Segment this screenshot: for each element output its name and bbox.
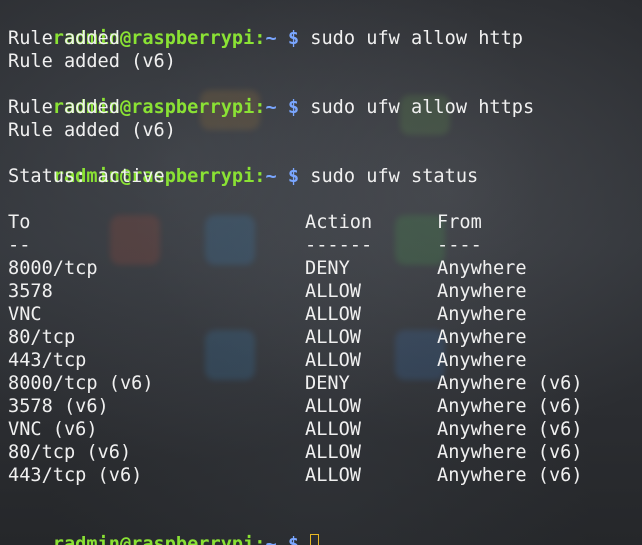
rule-to: 443/tcp (v6)	[8, 465, 143, 486]
prompt-line: radmin@raspberrypi:~ $ sudo ufw allow ht…	[8, 73, 642, 118]
rule-to: VNC (v6)	[8, 419, 98, 440]
prompt-line: radmin@raspberrypi:~ $ sudo ufw status	[8, 142, 642, 187]
rule-to: 80/tcp (v6)	[8, 442, 132, 463]
table-header-from: From	[437, 212, 482, 233]
rule-action: ALLOW	[305, 396, 361, 417]
rule-to: VNC	[8, 304, 42, 325]
rule-to: 3578 (v6)	[8, 396, 109, 417]
table-header-action: Action	[305, 212, 373, 233]
status-line: Status: active	[8, 166, 165, 187]
table-divider-from: ----	[437, 235, 482, 256]
rule-from: Anywhere (v6)	[437, 396, 583, 417]
rule-from: Anywhere (v6)	[437, 373, 583, 394]
prompt-path: ~	[265, 534, 277, 545]
output-line: Rule added	[8, 28, 120, 49]
table-row: 443/tcp (v6) ALLOW Anywhere (v6)	[8, 464, 642, 487]
output-line: Rule added (v6)	[8, 120, 176, 141]
table-row: 3578 (v6) ALLOW Anywhere (v6)	[8, 395, 642, 418]
output-line: Rule added	[8, 97, 120, 118]
table-divider-to: --	[8, 235, 31, 256]
rule-action: ALLOW	[305, 327, 361, 348]
table-row: 80/tcp ALLOW Anywhere	[8, 326, 642, 349]
rule-to: 80/tcp	[8, 327, 76, 348]
rule-action: ALLOW	[305, 442, 361, 463]
prompt-dollar: $	[287, 534, 300, 545]
table-row: 3578 ALLOW Anywhere	[8, 280, 642, 303]
rule-from: Anywhere (v6)	[437, 442, 583, 463]
table-row: VNC (v6) ALLOW Anywhere (v6)	[8, 418, 642, 441]
rule-from: Anywhere	[437, 258, 527, 279]
table-divider-row: -- ------ ----	[8, 234, 642, 257]
rule-action: ALLOW	[305, 281, 361, 302]
table-row: VNC ALLOW Anywhere	[8, 303, 642, 326]
prompt-user-host: radmin@raspberrypi	[52, 534, 255, 545]
prompt-line: radmin@raspberrypi:~ $ sudo ufw allow ht…	[8, 4, 642, 49]
rule-action: ALLOW	[305, 350, 361, 371]
output-line: Rule added (v6)	[8, 51, 176, 72]
prompt-colon: :	[254, 534, 266, 545]
rule-from: Anywhere	[437, 281, 527, 302]
terminal-window[interactable]: radmin@raspberrypi:~ $ sudo ufw allow ht…	[0, 0, 642, 545]
rule-to: 8000/tcp (v6)	[8, 373, 154, 394]
rule-to: 8000/tcp	[8, 258, 98, 279]
rule-action: DENY	[305, 258, 350, 279]
rule-action: ALLOW	[305, 465, 361, 486]
rule-to: 3578	[8, 281, 53, 302]
rule-from: Anywhere	[437, 350, 527, 371]
rule-from: Anywhere	[437, 304, 527, 325]
rule-to: 443/tcp	[8, 350, 87, 371]
table-header-to: To	[8, 212, 31, 233]
table-row: 443/tcp ALLOW Anywhere	[8, 349, 642, 372]
rule-from: Anywhere (v6)	[437, 465, 583, 486]
table-row: 8000/tcp DENY Anywhere	[8, 257, 642, 280]
table-header-row: To Action From	[8, 211, 642, 234]
rule-action: ALLOW	[305, 304, 361, 325]
rule-from: Anywhere	[437, 327, 527, 348]
table-divider-action: ------	[305, 235, 373, 256]
rule-from: Anywhere (v6)	[437, 419, 583, 440]
table-row: 80/tcp (v6) ALLOW Anywhere (v6)	[8, 441, 642, 464]
text-cursor[interactable]	[310, 534, 320, 545]
table-row: 8000/tcp (v6) DENY Anywhere (v6)	[8, 372, 642, 395]
rule-action: ALLOW	[305, 419, 361, 440]
rule-action: DENY	[305, 373, 350, 394]
active-prompt-line[interactable]: radmin@raspberrypi:~ $	[8, 510, 642, 545]
